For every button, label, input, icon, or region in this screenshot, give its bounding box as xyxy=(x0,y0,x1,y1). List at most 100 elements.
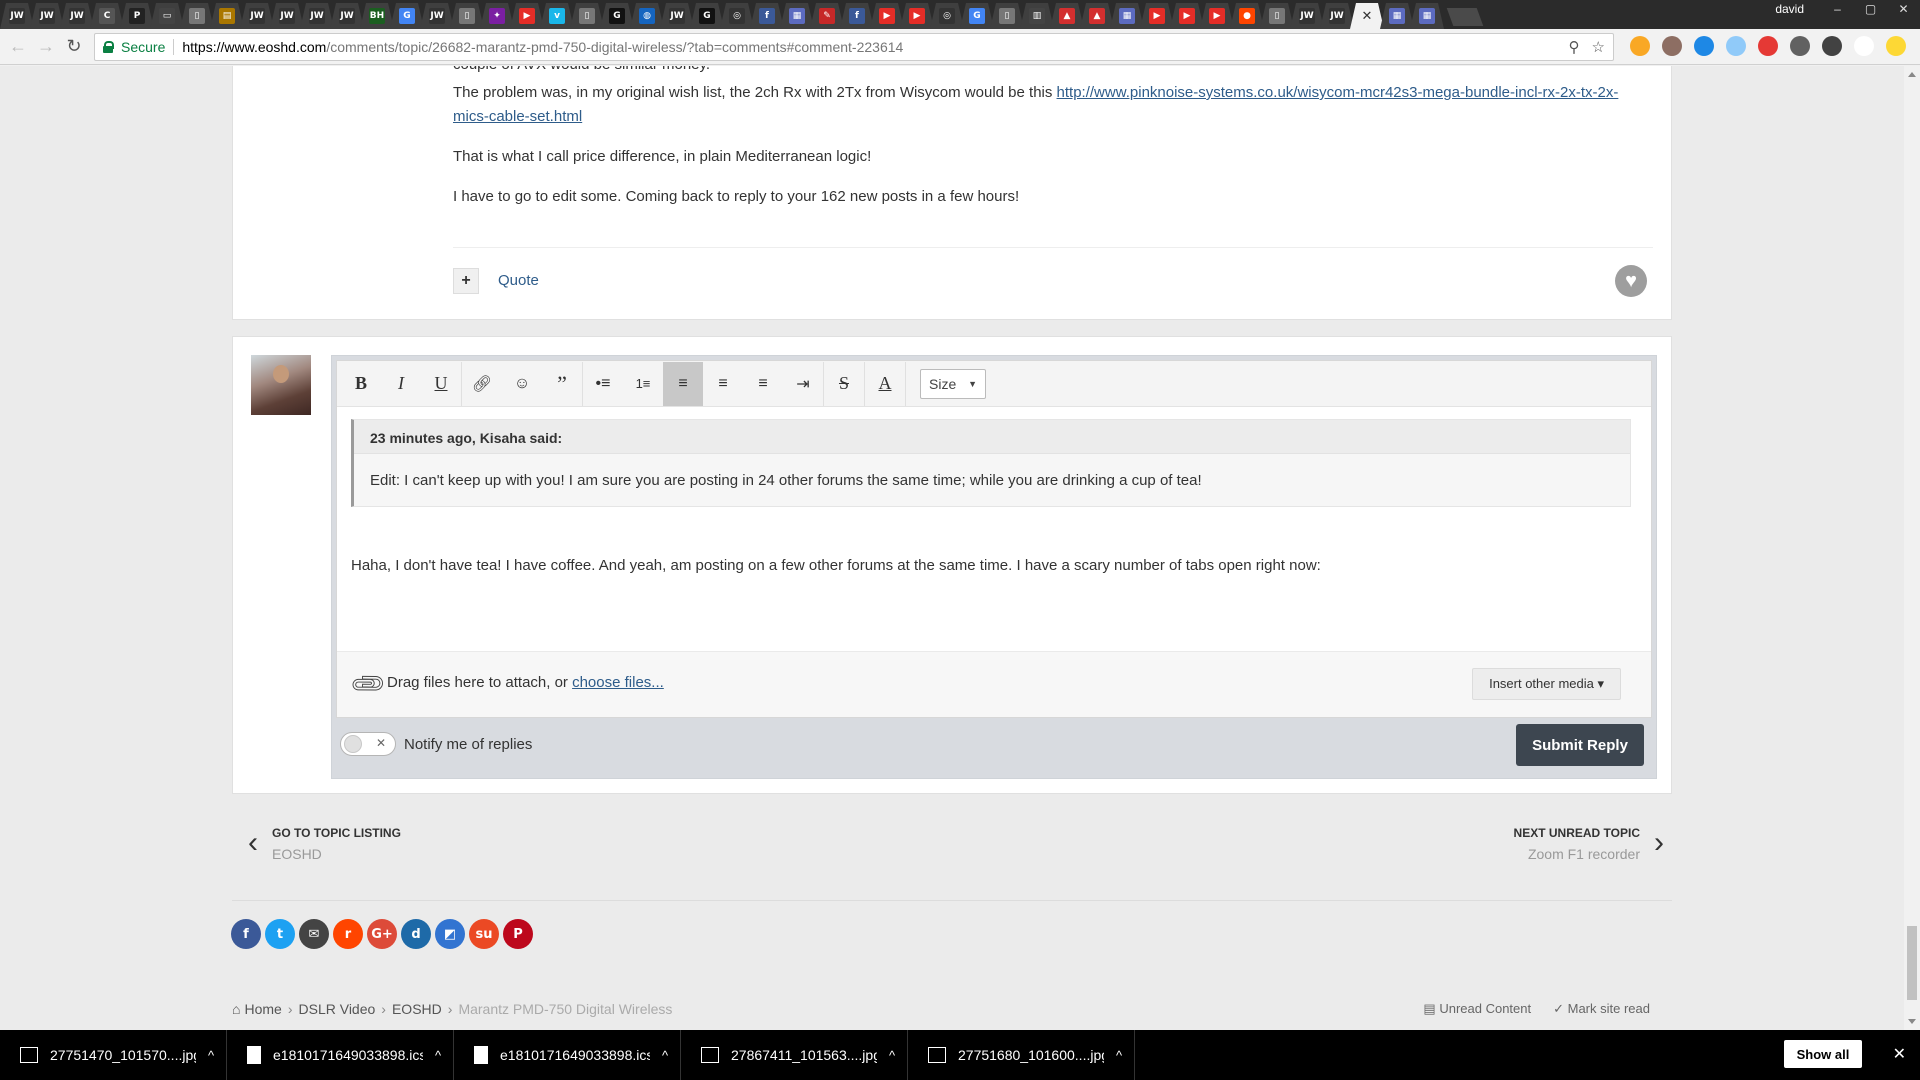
unread-content-link[interactable]: ▤ Unread Content xyxy=(1423,1001,1531,1017)
quote-button[interactable]: Quote xyxy=(498,272,539,289)
browser-tab[interactable]: JW xyxy=(240,3,274,29)
underline-button[interactable]: U xyxy=(421,362,461,406)
strikethrough-button[interactable]: S xyxy=(824,362,864,406)
extension-icon[interactable] xyxy=(1694,36,1714,56)
scroll-up-icon[interactable] xyxy=(1908,72,1916,77)
browser-tab[interactable]: ▲ xyxy=(1080,3,1114,29)
download-item[interactable]: e1810171649033898.ics ^ xyxy=(227,1030,454,1080)
browser-tab[interactable]: G xyxy=(960,3,994,29)
show-all-button[interactable]: Show all xyxy=(1784,1040,1862,1068)
go-to-topic-listing[interactable]: ‹ Go to topic listing EOSHD xyxy=(248,826,401,862)
browser-tab[interactable]: v xyxy=(540,3,574,29)
choose-files-link[interactable]: choose files... xyxy=(572,674,664,691)
quote-icon[interactable]: ” xyxy=(542,362,582,406)
browser-tab[interactable]: JW xyxy=(1320,3,1354,29)
browser-tab[interactable]: ▶ xyxy=(1170,3,1204,29)
breadcrumb-home[interactable]: Home xyxy=(244,1001,281,1017)
extension-icon[interactable] xyxy=(1630,36,1650,56)
browser-tab[interactable]: G xyxy=(600,3,634,29)
browser-tab-active[interactable]: ✕ xyxy=(1350,3,1384,29)
bullet-list-icon[interactable]: •≡ xyxy=(583,362,623,406)
pinterest-icon[interactable]: P xyxy=(503,919,533,949)
font-size-dropdown[interactable]: Size ▼ xyxy=(920,368,986,399)
download-item[interactable]: 27867411_101563....jpg ^ xyxy=(681,1030,908,1080)
browser-tab[interactable]: ▯ xyxy=(450,3,484,29)
email-icon[interactable]: ✉ xyxy=(299,919,329,949)
browser-tab[interactable]: JW xyxy=(420,3,454,29)
scrollbar-thumb[interactable] xyxy=(1907,926,1917,1000)
browser-tab[interactable]: f xyxy=(750,3,784,29)
browser-tab[interactable]: f xyxy=(840,3,874,29)
page-scrollbar[interactable] xyxy=(1904,66,1920,1030)
close-icon[interactable]: ✕ xyxy=(1893,1044,1906,1064)
browser-tab[interactable]: ▯ xyxy=(570,3,604,29)
attachment-area[interactable]: 📎︎ Drag files here to attach, or choose … xyxy=(337,651,1651,717)
chevron-up-icon[interactable]: ^ xyxy=(877,1048,907,1063)
browser-tab[interactable]: JW xyxy=(300,3,334,29)
link-icon[interactable]: 🔗︎ xyxy=(462,362,502,406)
multiquote-button[interactable]: + xyxy=(453,268,479,294)
browser-tab[interactable]: JW xyxy=(60,3,94,29)
align-center-icon[interactable]: ≡ xyxy=(703,362,743,406)
browser-tab[interactable]: ◎ xyxy=(720,3,754,29)
browser-tab[interactable]: ● xyxy=(1230,3,1264,29)
close-icon[interactable]: ✕ xyxy=(1362,8,1373,24)
browser-tab[interactable]: ▶ xyxy=(870,3,904,29)
browser-tab[interactable]: ▭ xyxy=(150,3,184,29)
scroll-down-icon[interactable] xyxy=(1908,1019,1916,1024)
browser-tab[interactable]: P xyxy=(120,3,154,29)
align-right-icon[interactable]: ≡ xyxy=(743,362,783,406)
extension-icon[interactable] xyxy=(1854,36,1874,56)
emoji-icon[interactable]: ☺ xyxy=(502,362,542,406)
browser-tab[interactable]: ▲ xyxy=(1050,3,1084,29)
download-item[interactable]: e1810171649033898.ics ^ xyxy=(454,1030,681,1080)
download-item[interactable]: 27751470_101570....jpg ^ xyxy=(0,1030,227,1080)
browser-tab[interactable]: ▦ xyxy=(780,3,814,29)
maximize-button[interactable]: ▢ xyxy=(1854,0,1887,18)
browser-tab[interactable]: ▦ xyxy=(1110,3,1144,29)
browser-tab[interactable]: ▶ xyxy=(900,3,934,29)
extension-icon[interactable] xyxy=(1822,36,1842,56)
browser-tab[interactable]: ▯ xyxy=(180,3,214,29)
browser-tab[interactable]: G xyxy=(390,3,424,29)
profile-name[interactable]: david xyxy=(1765,1,1814,17)
breadcrumb-dslr-video[interactable]: DSLR Video xyxy=(299,1001,376,1017)
bold-button[interactable]: B xyxy=(341,362,381,406)
browser-tab[interactable]: C xyxy=(90,3,124,29)
browser-tab[interactable]: JW xyxy=(0,3,34,29)
numbered-list-icon[interactable]: 1≡ xyxy=(623,362,663,406)
stumbleupon-icon[interactable]: su xyxy=(469,919,499,949)
digg-icon[interactable]: d xyxy=(401,919,431,949)
breadcrumb-eoshd[interactable]: EOSHD xyxy=(392,1001,442,1017)
notify-toggle[interactable]: ✕ xyxy=(340,732,396,756)
heart-icon[interactable]: ♥ xyxy=(1615,265,1647,297)
chevron-up-icon[interactable]: ^ xyxy=(1104,1048,1134,1063)
google-plus-icon[interactable]: G+ xyxy=(367,919,397,949)
reply-text[interactable]: Haha, I don't have tea! I have coffee. A… xyxy=(351,557,1321,574)
browser-tab[interactable]: ▯ xyxy=(990,3,1024,29)
rich-text-editor[interactable]: B I U 🔗︎ ☺ ” •≡ 1≡ ≡ ≡ ≡ ⇥ S A Size ▼ 23… xyxy=(336,360,1652,718)
browser-tab[interactable]: BH xyxy=(360,3,394,29)
delicious-icon[interactable]: ◩ xyxy=(435,919,465,949)
chevron-up-icon[interactable]: ^ xyxy=(650,1048,680,1063)
browser-tab[interactable]: ✎ xyxy=(810,3,844,29)
browser-tab[interactable]: JW xyxy=(30,3,64,29)
browser-tab[interactable]: JW xyxy=(660,3,694,29)
forward-button[interactable]: → xyxy=(32,33,60,61)
browser-tab[interactable]: ▶ xyxy=(510,3,544,29)
next-unread-topic[interactable]: Next unread topic Zoom F1 recorder › xyxy=(1514,826,1664,862)
browser-tab[interactable]: ▤ xyxy=(210,3,244,29)
submit-reply-button[interactable]: Submit Reply xyxy=(1516,724,1644,766)
chevron-up-icon[interactable]: ^ xyxy=(196,1048,226,1063)
align-left-icon[interactable]: ≡ xyxy=(663,361,703,406)
browser-tab[interactable]: ✦ xyxy=(480,3,514,29)
indent-icon[interactable]: ⇥ xyxy=(783,362,823,406)
browser-tab[interactable]: ▯ xyxy=(1260,3,1294,29)
back-button[interactable]: ← xyxy=(4,33,32,61)
browser-tab[interactable]: ▶ xyxy=(1200,3,1234,29)
reddit-icon[interactable]: r xyxy=(333,919,363,949)
browser-tab[interactable]: ◎ xyxy=(930,3,964,29)
extension-icon[interactable] xyxy=(1726,36,1746,56)
minimize-button[interactable]: – xyxy=(1821,0,1854,18)
text-color-button[interactable]: A xyxy=(865,362,905,406)
